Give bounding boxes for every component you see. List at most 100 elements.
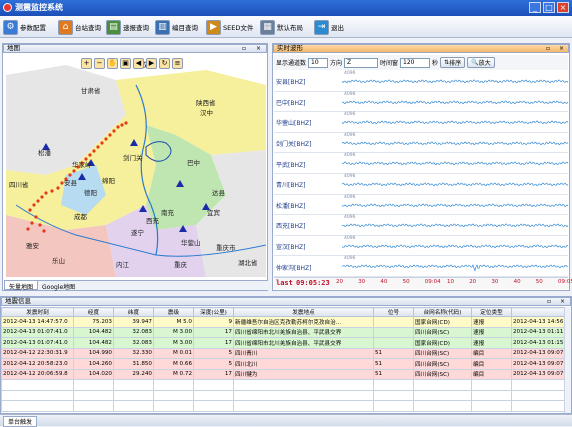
waveform-channel-row[interactable]: 华蓥山[BHZ] 4096: [274, 112, 568, 133]
quick-report-query-button[interactable]: ▤ 速报查询: [106, 18, 149, 36]
waveform-channel-row[interactable]: 宣汉[BHZ] 4096: [274, 236, 568, 257]
seed-file-button[interactable]: ▶ SEED文件: [206, 18, 253, 36]
table-cell-ts: [511, 379, 566, 391]
full-extent-icon[interactable]: ▣: [120, 58, 131, 69]
place-label: 华家岭: [72, 160, 92, 169]
catalog-query-button[interactable]: ▥ 编目查询: [155, 18, 198, 36]
default-layout-label: 默认布局: [277, 24, 303, 32]
waveform-channel-row[interactable]: 剑门关[BHZ] 4096: [274, 133, 568, 154]
time-window-select[interactable]: 120: [400, 57, 431, 68]
table-cell-depth: [193, 379, 234, 391]
place-label: 绵阳: [102, 176, 115, 185]
waveform-channel-row[interactable]: 平武[BHZ] 4096: [274, 153, 568, 174]
column-header[interactable]: 发震地点: [233, 307, 374, 317]
tab-single-trigger[interactable]: 单台触发: [3, 416, 38, 427]
table-scrollbar[interactable]: [564, 307, 571, 413]
refresh-icon[interactable]: ↻: [159, 58, 170, 69]
zoom-in-icon[interactable]: +: [81, 58, 92, 69]
column-header[interactable]: 深度(公里): [193, 307, 234, 317]
layers-icon[interactable]: ≡: [172, 58, 183, 69]
waveform-traces[interactable]: 安县[BHZ] 4096 巴中[BHZ] 4096 华蓥山[BHZ] 4096 剑门关[BH…: [274, 71, 568, 277]
column-header[interactable]: 经度: [73, 307, 114, 317]
table-cell-depth: 17: [193, 368, 234, 380]
table-row[interactable]: 2012-04-13 14:47:57.0 75.203 39.947 M 5.0 9 新…: [1, 316, 566, 328]
pan-icon[interactable]: ✋: [107, 58, 118, 69]
column-header[interactable]: 定位类型: [471, 307, 512, 317]
table-cell-type: [471, 389, 512, 401]
direction-value: Z: [347, 59, 352, 66]
table-cell-lon: 104.482: [73, 326, 114, 338]
map-toolbar: + − ✋ ▣ ◀ ▶ ↻ ≡: [81, 58, 183, 69]
close-icon[interactable]: ×: [256, 45, 261, 52]
table-row[interactable]: [1, 400, 566, 412]
channels-select[interactable]: 10: [308, 57, 329, 68]
table-cell-pos: [373, 337, 414, 349]
place-label: 松潘: [38, 148, 52, 157]
earthquake-table: 发震时刻 经度 纬度 震级 深度(公里) 发震地点 位号 台网名称(代码) 定位…: [1, 307, 566, 412]
layout-icon: ▦: [260, 19, 275, 35]
table-cell-net: [413, 389, 472, 401]
table-row[interactable]: 2012-04-13 01:07:41.0 104.482 32.083 M 3.00…: [1, 337, 566, 349]
table-cell-place: 四川犍为: [233, 368, 374, 380]
column-header[interactable]: 位号: [373, 307, 414, 317]
table-cell-depth: 17: [193, 326, 234, 338]
time-tick-label: 30: [358, 279, 366, 285]
minimize-button[interactable]: _: [529, 2, 541, 13]
waveform-channel-row[interactable]: 西充[BHZ] 4096: [274, 215, 568, 236]
zoom-button[interactable]: 🔍 放大: [467, 57, 495, 68]
default-layout-button[interactable]: ▦ 默认布局: [260, 18, 303, 36]
table-cell-mag: M 0.01: [153, 347, 194, 359]
column-header[interactable]: 震级: [153, 307, 194, 317]
forward-icon[interactable]: ▶: [146, 58, 157, 69]
sort-button[interactable]: ⇅ 排序: [440, 57, 466, 68]
waveform-channel-row[interactable]: 安县[BHZ] 4096: [274, 71, 568, 92]
pin-icon[interactable]: ▫: [546, 45, 550, 52]
time-tick-label: 20: [469, 279, 477, 285]
pin-icon[interactable]: ▫: [242, 45, 246, 52]
close-icon[interactable]: ×: [559, 45, 564, 52]
close-icon[interactable]: ×: [560, 298, 565, 305]
column-header[interactable]: 台网名称(代码): [413, 307, 472, 317]
table-cell-place: 四川青川: [233, 347, 374, 359]
exit-button[interactable]: ⇥ 退出: [314, 18, 344, 36]
table-row[interactable]: [1, 389, 566, 401]
waveform-channel-row[interactable]: 巴中[BHZ] 4096: [274, 92, 568, 113]
table-cell-depth: 9: [193, 316, 234, 328]
direction-select[interactable]: Z: [344, 57, 379, 68]
tab-vector-map[interactable]: 矢量地图: [4, 281, 39, 291]
table-row[interactable]: 2012-04-12 20:06:59.8 104.020 29.240 M 0.72…: [1, 368, 566, 380]
channel-label: 西充[BHZ]: [276, 223, 306, 231]
place-label: 遂宁: [131, 228, 145, 237]
waveform-channel-row[interactable]: 青川[BHZ] 4096: [274, 174, 568, 195]
close-button[interactable]: ×: [557, 2, 569, 13]
time-tick-label: 30: [491, 279, 499, 285]
time-axis: last 09:05:23 20 30 40 50 09:04 10 20 30 40 50 09:…: [274, 277, 572, 289]
place-label: 成都: [74, 212, 88, 221]
column-header[interactable]: 发震时刻: [1, 307, 74, 317]
waveform-trace: [342, 161, 568, 166]
table-row[interactable]: 2012-04-12 22:30:31.9 104.990 32.330 M 0.01…: [1, 347, 566, 359]
tab-google-map[interactable]: Google地图: [38, 281, 79, 291]
column-header[interactable]: [511, 307, 566, 317]
station-query-button[interactable]: ⌂ 台站查询: [58, 18, 101, 36]
table-row[interactable]: 2012-04-12 20:58:23.0 104.260 31.850 M 0.66…: [1, 358, 566, 370]
map-canvas[interactable]: 成县 甘肃省 陕西省 汉中 剑门关 巴中 达县 四川省 松潘 华家岭 安县 绵阳…: [6, 55, 266, 277]
column-header[interactable]: 纬度: [113, 307, 154, 317]
table-row[interactable]: [1, 379, 566, 391]
table-cell-pos: 51: [373, 368, 414, 380]
table-cell-lon: 75.203: [73, 316, 114, 328]
waveform-channel-row[interactable]: 松潘[BHZ] 4096: [274, 195, 568, 216]
waveform-trace: [342, 244, 568, 248]
param-config-button[interactable]: ⚙ 参数配置: [3, 18, 46, 36]
waveform-channel-row[interactable]: 仲家沟[BHZ] 4096: [274, 256, 568, 277]
table-row[interactable]: 2012-04-13 01:07:41.0 104.482 32.083 M 3.00…: [1, 326, 566, 338]
back-icon[interactable]: ◀: [133, 58, 144, 69]
zoom-out-icon[interactable]: −: [94, 58, 105, 69]
place-label: 剑门关: [123, 153, 143, 162]
maximize-button[interactable]: □: [543, 2, 555, 13]
pin-icon[interactable]: ▫: [547, 298, 551, 305]
table-cell-mag: M 0.66: [153, 358, 194, 370]
table-cell-time: 2012-04-12 22:30:31.9: [1, 347, 74, 359]
table-cell-type: 编目: [471, 368, 512, 380]
channel-label: 巴中[BHZ]: [276, 99, 306, 107]
